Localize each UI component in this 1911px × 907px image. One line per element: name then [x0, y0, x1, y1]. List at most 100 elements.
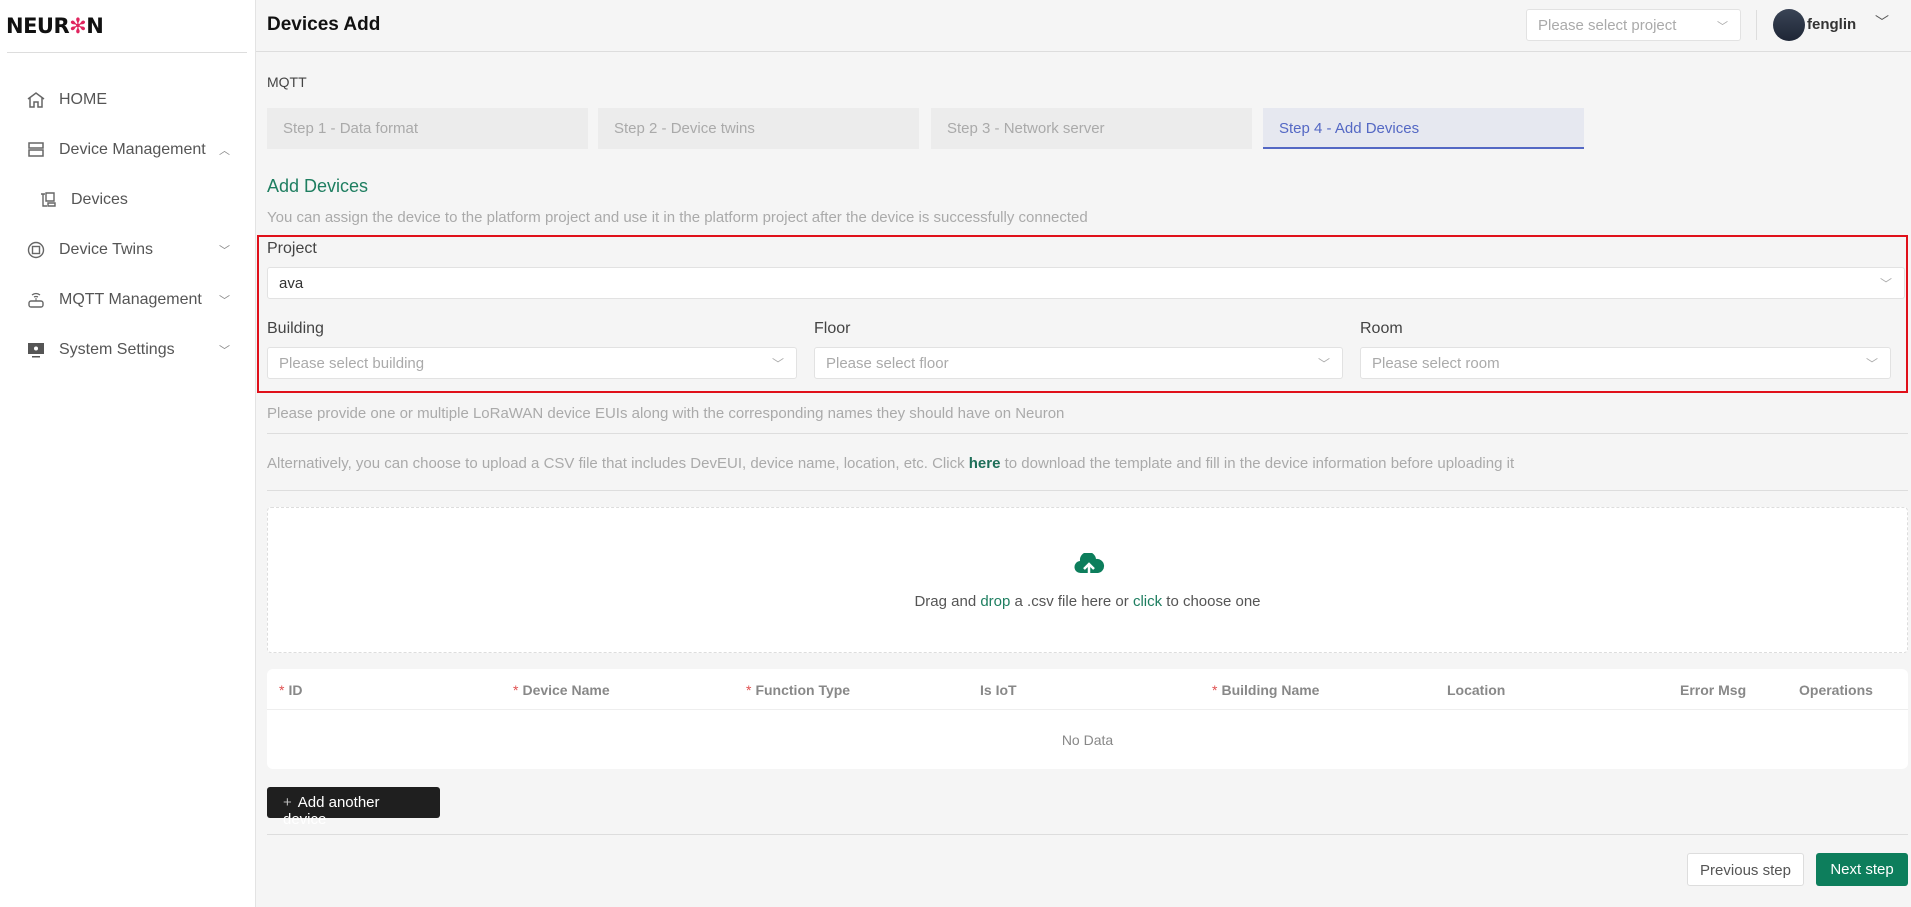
floor-placeholder: Please select floor	[826, 355, 949, 372]
devices-icon	[37, 190, 59, 210]
sidebar-item-home[interactable]: HOME	[25, 85, 230, 115]
sidebar-item-label: Device Twins	[59, 241, 153, 258]
column-label: Building Name	[1221, 682, 1320, 698]
room-label: Room	[1360, 320, 1403, 337]
required-marker: *	[746, 682, 752, 698]
csv-text: to download the template and fill in the…	[1004, 455, 1515, 472]
divider	[267, 490, 1908, 491]
step-2[interactable]: Step 2 - Device twins	[598, 108, 919, 149]
server-icon	[25, 140, 47, 160]
avatar[interactable]	[1773, 9, 1805, 41]
sidebar-item-label: System Settings	[59, 341, 175, 358]
floor-label: Floor	[814, 320, 851, 337]
router-icon	[25, 290, 47, 310]
step-3[interactable]: Step 3 - Network server	[931, 108, 1252, 149]
required-marker: *	[1212, 682, 1218, 698]
building-label: Building	[267, 320, 324, 337]
room-select[interactable]: Please select room ﹀	[1360, 347, 1891, 379]
empty-state: No Data	[1061, 732, 1114, 748]
column-label: Location	[1447, 682, 1506, 698]
required-marker: *	[513, 682, 519, 698]
csv-instructions: Alternatively, you can choose to upload …	[267, 455, 1514, 472]
divider	[267, 834, 1908, 835]
previous-step-button[interactable]: Previous step	[1687, 853, 1804, 886]
column-header-id: * ID	[279, 682, 302, 698]
column-header-device-name: * Device Name	[513, 682, 610, 698]
dropzone-text: Drag and drop a .csv file here or click …	[268, 593, 1907, 610]
project-field[interactable]: ava ﹀	[267, 267, 1905, 299]
room-placeholder: Please select room	[1372, 355, 1500, 372]
sidebar-item-system-settings[interactable]: System Settings ﹀	[25, 335, 230, 365]
building-select[interactable]: Please select building ﹀	[267, 347, 797, 379]
project-value: ava	[279, 275, 304, 292]
column-label: Operations	[1799, 682, 1873, 698]
chevron-up-icon: ︿	[219, 145, 230, 157]
required-marker: *	[279, 682, 285, 698]
dropzone-text-part: a .csv file here or	[1010, 593, 1133, 610]
dropzone-text-part: to choose one	[1162, 593, 1261, 610]
lorawan-instructions: Please provide one or multiple LoRaWAN d…	[267, 405, 1065, 422]
building-placeholder: Please select building	[279, 355, 425, 372]
neuron-logo: NEUR✻N	[6, 14, 104, 38]
chevron-down-icon: ﹀	[1879, 277, 1892, 291]
dropzone-text-part: Drag and	[914, 593, 981, 610]
chevron-down-icon: ﹀	[219, 295, 230, 307]
floor-select[interactable]: Please select floor ﹀	[814, 347, 1343, 379]
devices-table: * ID * Device Name * Function Type Is IoT *…	[267, 669, 1908, 769]
template-download-link[interactable]: here	[969, 455, 1001, 472]
chevron-down-icon: ﹀	[771, 357, 784, 371]
divider	[7, 52, 247, 53]
column-label: Device Name	[522, 682, 610, 698]
add-another-device-button[interactable]: + Add another device	[267, 787, 440, 828]
section-description: You can assign the device to the platfor…	[267, 209, 1088, 226]
divider	[267, 433, 1908, 434]
sidebar-item-mqtt-management[interactable]: MQTT Management ﹀	[25, 285, 230, 315]
column-label: ID	[288, 682, 303, 698]
sidebar-item-label: Devices	[71, 191, 128, 208]
button-label: Add another device	[283, 794, 380, 828]
chevron-down-icon[interactable]: ﹀	[1875, 12, 1889, 32]
column-header-building-name: * Building Name	[1212, 682, 1319, 698]
chevron-down-icon: ﹀	[1317, 357, 1330, 371]
chevron-down-icon: ﹀	[219, 345, 230, 357]
monitor-icon	[25, 340, 47, 360]
step-4[interactable]: Step 4 - Add Devices	[1263, 108, 1584, 149]
csv-dropzone[interactable]: Drag and drop a .csv file here or click …	[267, 507, 1908, 653]
project-select-placeholder: Please select project	[1538, 17, 1677, 34]
divider	[1756, 10, 1757, 40]
divider	[267, 709, 1908, 710]
column-header-function-type: * Function Type	[746, 682, 850, 698]
plus-icon: +	[283, 794, 292, 811]
column-header-operations: Operations	[1799, 682, 1873, 698]
protocol-label: MQTT	[267, 74, 307, 90]
click-link[interactable]: click	[1133, 593, 1162, 610]
sidebar: NEUR✻N HOME Device Management ︿ Devices …	[0, 0, 256, 907]
column-label: Error Msg	[1680, 682, 1747, 698]
chevron-down-icon: ﹀	[219, 245, 230, 257]
sidebar-item-label: Device Management	[59, 141, 206, 158]
sidebar-item-label: HOME	[59, 91, 107, 108]
page-title: Devices Add	[267, 14, 381, 35]
chevron-down-icon: ﹀	[1865, 357, 1878, 371]
csv-text: Alternatively, you can choose to upload …	[267, 455, 965, 472]
column-header-location: Location	[1447, 682, 1505, 698]
username[interactable]: fenglin	[1807, 16, 1856, 33]
column-label: Is IoT	[980, 682, 1017, 698]
header: Devices Add Please select project ﹀ feng…	[256, 0, 1911, 52]
project-label: Project	[267, 240, 317, 257]
chevron-down-icon: ﹀	[1717, 21, 1728, 33]
sidebar-item-devices[interactable]: Devices	[37, 185, 242, 215]
column-label: Function Type	[755, 682, 851, 698]
column-header-is-iot: Is IoT	[980, 682, 1017, 698]
twins-icon	[25, 240, 47, 260]
section-title: Add Devices	[267, 176, 369, 196]
next-step-button[interactable]: Next step	[1816, 853, 1908, 886]
upload-cloud-icon	[1074, 553, 1105, 579]
drop-link: drop	[980, 593, 1011, 610]
step-1[interactable]: Step 1 - Data format	[267, 108, 588, 149]
column-header-error-msg: Error Msg	[1680, 682, 1746, 698]
sidebar-item-device-management[interactable]: Device Management ︿	[25, 135, 230, 165]
sidebar-item-device-twins[interactable]: Device Twins ﹀	[25, 235, 230, 265]
sidebar-item-label: MQTT Management	[59, 291, 202, 308]
project-select[interactable]: Please select project ﹀	[1526, 9, 1741, 41]
